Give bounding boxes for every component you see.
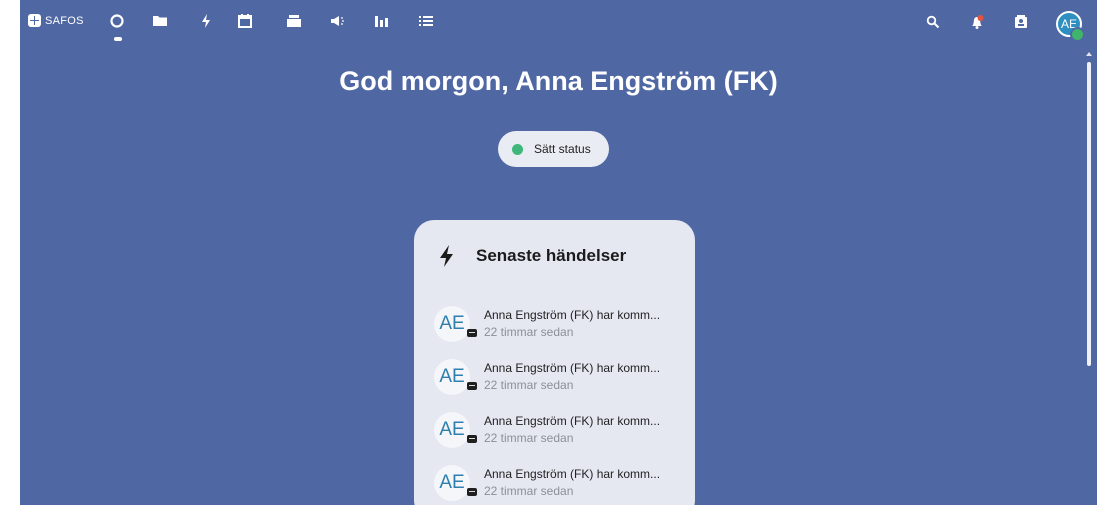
contacts-icon[interactable]	[1010, 11, 1032, 33]
event-text: Anna Engström (FK) har komm...	[484, 308, 661, 322]
folder-icon[interactable]	[149, 10, 171, 32]
list-item[interactable]: AE Anna Engström (FK) har komm... 22 tim…	[434, 412, 684, 456]
scrollbar-thumb[interactable]	[1087, 62, 1091, 366]
comment-icon	[467, 435, 477, 443]
scroll-up-arrow-icon[interactable]	[1086, 52, 1092, 56]
event-text: Anna Engström (FK) har komm...	[484, 414, 661, 428]
event-text: Anna Engström (FK) har komm...	[484, 467, 661, 481]
widget-title: Senaste händelser	[476, 246, 627, 265]
active-indicator	[114, 37, 122, 41]
online-status-indicator	[1070, 27, 1085, 42]
recent-events-widget: Senaste händelser AE Anna Engström (FK) …	[414, 220, 695, 505]
safos-logo[interactable]: SAFOS	[28, 14, 84, 27]
comment-icon	[467, 488, 477, 496]
set-status-button[interactable]: Sätt status	[498, 131, 609, 167]
event-time: 22 timmar sedan	[484, 431, 574, 445]
announcement-icon[interactable]	[326, 10, 348, 32]
dashboard-icon[interactable]	[106, 10, 128, 41]
deck-icon[interactable]	[283, 10, 305, 32]
event-time: 22 timmar sedan	[484, 325, 574, 339]
calendar-icon[interactable]	[234, 10, 256, 32]
event-avatar: AE	[434, 465, 470, 501]
event-avatar: AE	[434, 359, 470, 395]
list-item[interactable]: AE Anna Engström (FK) har komm... 22 tim…	[434, 306, 684, 350]
event-text: Anna Engström (FK) har komm...	[484, 361, 661, 375]
logo-icon	[28, 14, 41, 27]
vertical-scrollbar[interactable]	[1085, 52, 1093, 505]
widget-header: Senaste händelser	[438, 244, 626, 268]
event-avatar: AE	[434, 412, 470, 448]
event-avatar: AE	[434, 306, 470, 342]
notifications-icon[interactable]	[966, 11, 988, 33]
list-item[interactable]: AE Anna Engström (FK) har komm... 22 tim…	[434, 359, 684, 403]
top-navigation-bar: SAFOS AE	[20, 0, 1097, 46]
set-status-label: Sätt status	[534, 142, 591, 156]
list-item[interactable]: AE Anna Engström (FK) har komm... 22 tim…	[434, 465, 684, 505]
search-icon[interactable]	[922, 11, 944, 33]
tasks-icon[interactable]	[415, 10, 437, 32]
chart-icon[interactable]	[370, 10, 392, 32]
comment-icon	[467, 382, 477, 390]
logo-text: SAFOS	[45, 14, 84, 27]
comment-icon	[467, 329, 477, 337]
greeting-heading: God morgon, Anna Engström (FK)	[339, 66, 778, 96]
app-window: SAFOS AE God morgon, Anna Engström (FK) …	[20, 0, 1097, 505]
event-time: 22 timmar sedan	[484, 484, 574, 498]
activity-icon[interactable]	[195, 10, 217, 32]
status-dot-icon	[512, 143, 523, 155]
activity-icon	[440, 245, 453, 267]
event-time: 22 timmar sedan	[484, 378, 574, 392]
